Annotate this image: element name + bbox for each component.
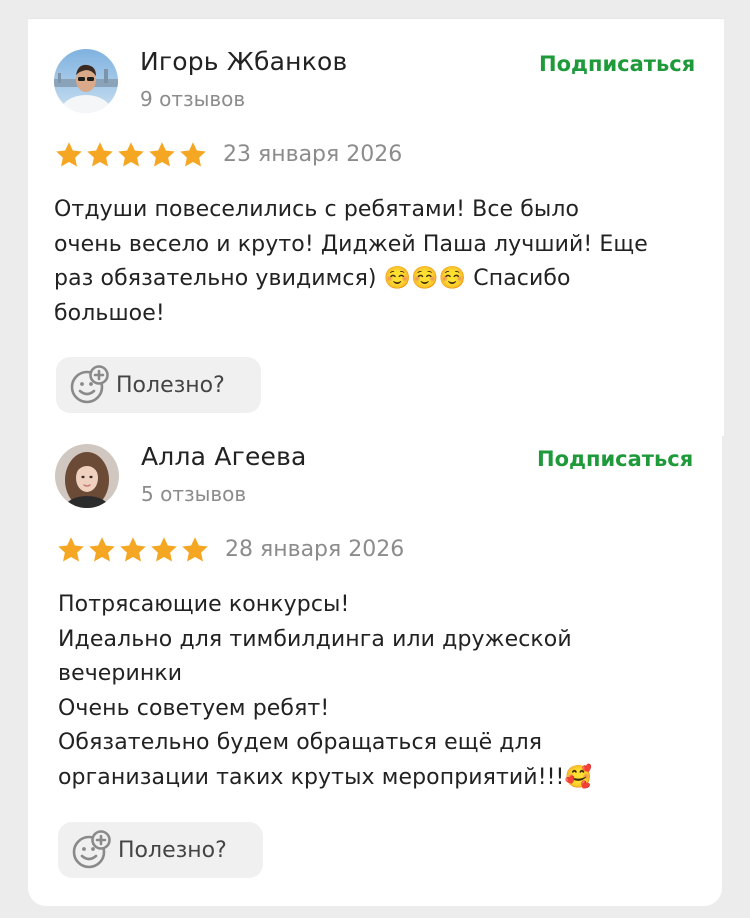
review-text-line: Обязательно будем обращаться ещё для [58, 730, 543, 755]
star-icon [151, 537, 177, 562]
author-name[interactable]: Игорь Жбанков [140, 47, 347, 76]
helpful-button[interactable]: Полезно? [56, 357, 261, 413]
star-icon [87, 142, 113, 167]
star-icon [120, 537, 146, 562]
review-text-line: очень весело и круто! Диджей Паша лучший… [54, 231, 648, 257]
helpful-button[interactable]: Полезно? [58, 822, 263, 878]
review-card: Игорь Жбанков 9 отзывов Подписаться 23 я… [28, 18, 724, 436]
star-icon [149, 142, 175, 167]
avatar[interactable] [54, 49, 118, 113]
review-text-line: вечеринки [58, 661, 183, 686]
helpful-label: Полезно? [116, 372, 225, 398]
star-icon [58, 537, 84, 562]
avatar-photo-icon [54, 49, 118, 113]
review-count: 9 отзывов [140, 87, 246, 111]
review-text-line: организации таких крутых мероприятий!!!🥰 [58, 764, 592, 790]
subscribe-button[interactable]: Подписаться [539, 52, 695, 76]
review-text: Отдуши повеселились с ребятами! Все было… [54, 193, 648, 331]
review-text: Потрясающие конкурсы! Идеально для тимби… [58, 588, 592, 795]
review-text-line: раз обязательно увидимся) ☺️☺️☺️ Спасибо [54, 266, 571, 291]
star-icon [56, 142, 82, 167]
star-icon [182, 537, 208, 562]
star-icon [118, 142, 144, 167]
review-date: 23 января 2026 [223, 142, 403, 167]
star-rating [54, 140, 208, 170]
avatar-photo-icon [55, 444, 119, 508]
star-icon [89, 537, 115, 562]
review-date: 28 января 2026 [225, 537, 405, 562]
review-text-line: Отдуши повеселились с ребятами! Все было [54, 197, 580, 222]
review-text-line: большое! [54, 300, 165, 326]
smile-plus-icon [70, 365, 109, 404]
review-text-line: Потрясающие конкурсы! [58, 592, 350, 617]
subscribe-button[interactable]: Подписаться [537, 447, 693, 471]
review-card: Алла Агеева 5 отзывов Подписаться 28 янв… [28, 428, 722, 906]
review-count: 5 отзывов [141, 482, 247, 506]
avatar[interactable] [55, 444, 119, 508]
star-rating [56, 535, 210, 565]
helpful-label: Полезно? [118, 837, 227, 863]
author-name[interactable]: Алла Агеева [141, 442, 307, 471]
star-icon [180, 142, 206, 167]
review-text-line: Идеально для тимбилдинга или дружеской [58, 626, 572, 652]
smile-plus-icon [72, 830, 111, 869]
review-text-line: Очень советуем ребят! [58, 695, 330, 721]
